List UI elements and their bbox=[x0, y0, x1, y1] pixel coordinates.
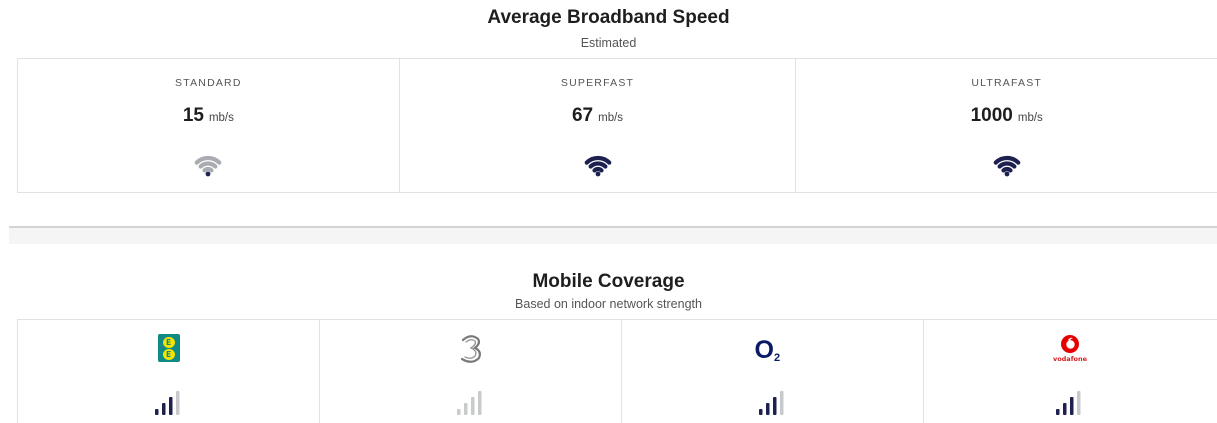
signal-bar bbox=[1056, 409, 1060, 415]
three-logo-icon bbox=[460, 335, 481, 363]
wifi-dot bbox=[1004, 171, 1010, 177]
tier-label: ULTRAFAST bbox=[971, 77, 1043, 89]
speed-unit: mb/s bbox=[598, 112, 624, 124]
section-divider bbox=[9, 226, 1217, 244]
wifi-dot bbox=[205, 171, 211, 177]
speed-value: 67 bbox=[571, 105, 594, 126]
signal-bar bbox=[779, 391, 783, 415]
broadband-subtitle: Estimated bbox=[580, 36, 637, 50]
vodafone-speechmark-icon bbox=[1061, 335, 1079, 353]
signal-bar bbox=[765, 403, 769, 415]
operator-three bbox=[320, 320, 622, 423]
wifi-arc bbox=[591, 166, 604, 173]
o2-logo-icon: O2 bbox=[755, 336, 795, 365]
wifi-arc bbox=[1001, 166, 1013, 173]
operator-o2: O2 bbox=[622, 320, 924, 423]
wifi-icon bbox=[584, 155, 611, 177]
broadband-title: Average Broadband Speed bbox=[487, 7, 730, 28]
signal-bars-icon bbox=[154, 391, 179, 415]
signal-bar bbox=[1063, 403, 1067, 415]
signal-bar bbox=[175, 391, 179, 415]
signal-bar bbox=[463, 403, 467, 415]
mobile-coverage-title: Mobile Coverage bbox=[532, 271, 685, 292]
signal-bars-icon bbox=[758, 391, 783, 415]
wifi-arc bbox=[997, 161, 1017, 169]
tier-label: STANDARD bbox=[175, 77, 242, 89]
o2-logo-sub: 2 bbox=[773, 352, 781, 364]
tier-speed: 67 mb/s bbox=[400, 105, 796, 127]
broadband-tier-superfast: SUPERFAST 67 mb/s bbox=[400, 59, 797, 192]
speed-value: 15 bbox=[182, 105, 204, 126]
ee-logo-letter: E bbox=[162, 336, 175, 348]
wifi-arc bbox=[198, 161, 218, 169]
signal-bar bbox=[456, 409, 460, 415]
wifi-arc bbox=[202, 166, 214, 173]
mobile-coverage-subtitle: Based on indoor network strength bbox=[515, 297, 702, 311]
signal-bar bbox=[772, 397, 776, 415]
signal-bar bbox=[154, 409, 158, 415]
wifi-icon bbox=[194, 155, 222, 177]
broadband-tier-ultrafast: ULTRAFAST 1000 mb/s bbox=[796, 59, 1217, 192]
signal-bar bbox=[470, 397, 474, 415]
wifi-dot bbox=[595, 171, 600, 177]
tier-speed: 1000 mb/s bbox=[796, 105, 1217, 127]
vodafone-wordmark: vodafone bbox=[1052, 355, 1088, 363]
signal-bar bbox=[1070, 397, 1074, 415]
wifi-icon bbox=[993, 155, 1021, 177]
ee-logo-icon: EE bbox=[157, 334, 180, 362]
speed-unit: mb/s bbox=[1017, 112, 1043, 124]
speed-value: 1000 bbox=[970, 105, 1013, 126]
broadband-tier-standard: STANDARD 15 mb/s bbox=[18, 59, 400, 192]
tier-speed: 15 mb/s bbox=[18, 105, 399, 127]
speed-unit: mb/s bbox=[208, 112, 234, 124]
vodafone-logo-icon: vodafone bbox=[1050, 334, 1090, 370]
operator-ee: EE bbox=[18, 320, 320, 423]
signal-bar bbox=[168, 397, 172, 415]
tier-label: SUPERFAST bbox=[560, 77, 635, 89]
signal-bars-icon bbox=[1056, 391, 1081, 415]
signal-bar bbox=[758, 409, 762, 415]
signal-bar bbox=[1077, 391, 1081, 415]
broadband-speed-grid: STANDARD 15 mb/s SUPERFAST 67 mb/s ULTRAFA… bbox=[17, 58, 1217, 193]
signal-bars-icon bbox=[456, 391, 481, 415]
signal-bar bbox=[161, 403, 165, 415]
wifi-arc bbox=[588, 161, 608, 169]
operator-vodafone: vodafone bbox=[924, 320, 1216, 423]
mobile-coverage-grid: EE O2 vodafone bbox=[17, 319, 1217, 423]
ee-logo-letter: E bbox=[162, 348, 175, 360]
o2-logo-letter: O bbox=[754, 336, 774, 364]
signal-bar bbox=[477, 391, 481, 415]
